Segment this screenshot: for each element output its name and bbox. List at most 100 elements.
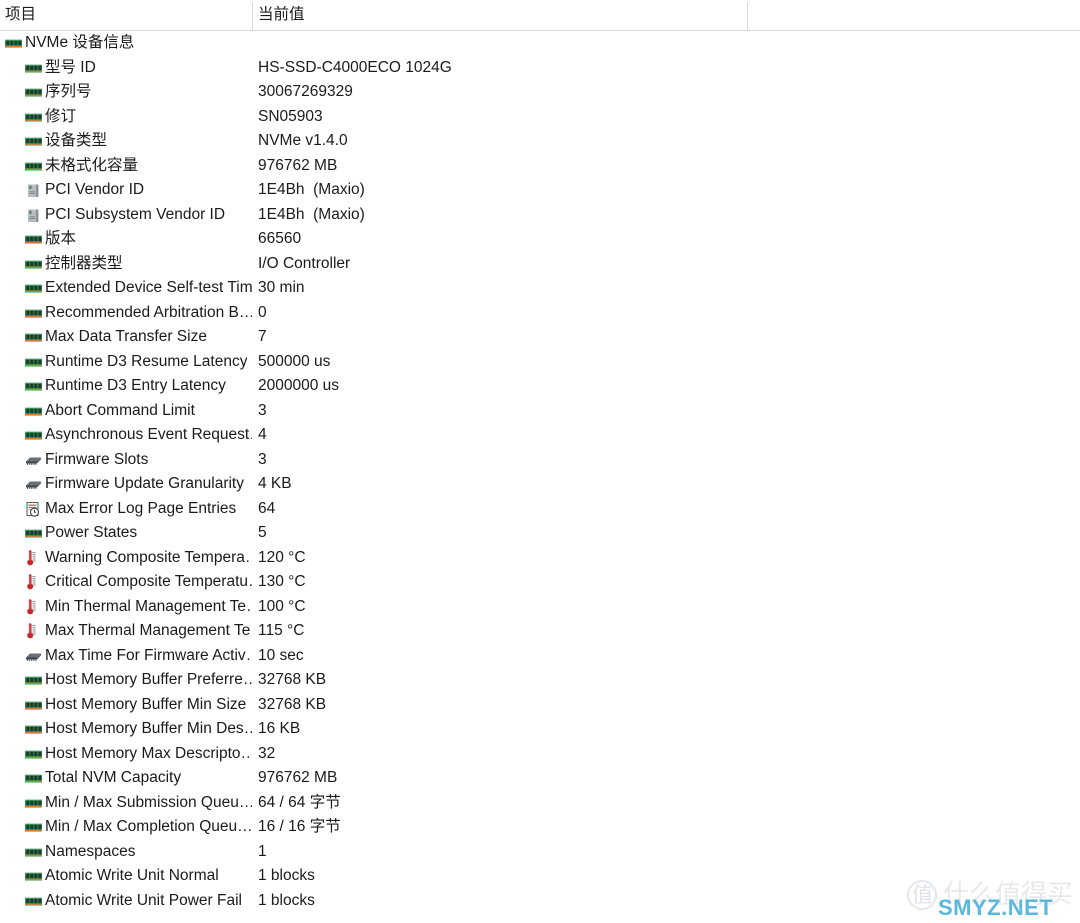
table-row[interactable]: 版本 66560 <box>0 227 1080 252</box>
row-value: 1 blocks <box>258 891 315 909</box>
table-row[interactable]: Namespaces 1 <box>0 840 1080 865</box>
row-value: 30 min <box>258 279 305 297</box>
table-row[interactable]: Host Memory Max Descripto… 32 <box>0 742 1080 767</box>
table-row[interactable]: Total NVM Capacity 976762 MB <box>0 766 1080 791</box>
row-label: Abort Command Limit <box>45 401 195 419</box>
table-row[interactable]: PCI Vendor ID 1E4Bh (Maxio) <box>0 178 1080 203</box>
column-header-item[interactable]: 项目 <box>5 4 36 26</box>
table-row[interactable]: PCI Subsystem Vendor ID 1E4Bh (Maxio) <box>0 203 1080 228</box>
row-label: Total NVM Capacity <box>45 769 182 787</box>
row-value: 1E4Bh (Maxio) <box>258 205 365 223</box>
table-row[interactable]: Runtime D3 Resume Latency 500000 us <box>0 350 1080 375</box>
table-row[interactable]: Abort Command Limit 3 <box>0 399 1080 424</box>
row-label-cell: Min / Max Submission Queu… <box>0 791 252 816</box>
tower-icon <box>24 207 43 223</box>
table-row[interactable]: 未格式化容量 976762 MB <box>0 154 1080 179</box>
row-label: Runtime D3 Resume Latency <box>45 352 248 370</box>
row-value: 10 sec <box>258 646 304 664</box>
row-label-cell: Warning Composite Tempera… <box>0 546 252 571</box>
device-info-row-list: NVMe 设备信息 型号 ID HS-SSD-C4000ECO 1024G 序列号 30… <box>0 31 1080 913</box>
table-row[interactable]: 型号 ID HS-SSD-C4000ECO 1024G <box>0 56 1080 81</box>
row-value: 115 °C <box>258 622 305 640</box>
table-row[interactable]: Max Thermal Management Te… 115 °C <box>0 619 1080 644</box>
memory-icon <box>24 256 43 272</box>
row-label: 控制器类型 <box>45 254 123 272</box>
row-label-cell: Recommended Arbitration B… <box>0 301 252 326</box>
memory-icon <box>24 525 43 541</box>
table-row[interactable]: Host Memory Buffer Min Des… 16 KB <box>0 717 1080 742</box>
thermometer-icon <box>24 574 43 590</box>
memory-icon <box>24 770 43 786</box>
table-row[interactable]: Recommended Arbitration B… 0 <box>0 301 1080 326</box>
table-row[interactable]: Atomic Write Unit Power Fail 1 blocks <box>0 889 1080 914</box>
row-label-cell: 版本 <box>0 227 252 252</box>
column-header-current-value[interactable]: 当前值 <box>258 4 305 26</box>
row-label-cell: Runtime D3 Entry Latency <box>0 374 252 399</box>
memory-icon <box>4 35 23 51</box>
row-label: 型号 ID <box>45 58 96 76</box>
row-label: Max Thermal Management Te… <box>45 622 252 640</box>
table-row[interactable]: 修订 SN05903 <box>0 105 1080 130</box>
row-label: 序列号 <box>45 83 92 101</box>
table-row[interactable]: Min Thermal Management Te… 100 °C <box>0 595 1080 620</box>
memory-icon <box>24 109 43 125</box>
table-row[interactable]: Warning Composite Tempera… 120 °C <box>0 546 1080 571</box>
table-row[interactable]: Max Data Transfer Size 7 <box>0 325 1080 350</box>
row-value: 16 / 16 字节 <box>258 818 341 836</box>
table-row[interactable]: NVMe 设备信息 <box>0 31 1080 56</box>
row-label: 版本 <box>45 230 77 248</box>
chip-icon <box>24 452 43 468</box>
row-value: 120 °C <box>258 548 306 566</box>
row-value: 976762 MB <box>258 769 338 787</box>
chip-icon <box>24 476 43 492</box>
row-value: 500000 us <box>258 352 331 370</box>
row-value: 4 <box>258 426 267 444</box>
table-row[interactable]: 序列号 30067269329 <box>0 80 1080 105</box>
row-label: Firmware Update Granularity <box>45 475 244 493</box>
column-divider-1[interactable] <box>252 2 253 31</box>
row-label: Min Thermal Management Te… <box>45 597 252 615</box>
table-row[interactable]: Asynchronous Event Request… 4 <box>0 423 1080 448</box>
row-label-cell: Max Error Log Page Entries <box>0 497 252 522</box>
row-value: 976762 MB <box>258 156 338 174</box>
row-value: 32 <box>258 744 276 762</box>
row-label: Host Memory Buffer Preferre… <box>45 671 252 689</box>
row-label-cell: Extended Device Self-test Time <box>0 276 252 301</box>
thermometer-icon <box>24 549 43 566</box>
memory-icon <box>24 329 43 345</box>
table-row[interactable]: Runtime D3 Entry Latency 2000000 us <box>0 374 1080 399</box>
table-row[interactable]: Max Time For Firmware Activ… 10 sec <box>0 644 1080 669</box>
row-label-cell: Host Memory Max Descripto… <box>0 742 252 767</box>
row-value: HS-SSD-C4000ECO 1024G <box>258 58 452 76</box>
table-row[interactable]: Max Error Log Page Entries 64 <box>0 497 1080 522</box>
table-row[interactable]: Host Memory Buffer Preferre… 32768 KB <box>0 668 1080 693</box>
column-divider-2[interactable] <box>747 2 748 31</box>
row-label-cell: Host Memory Buffer Min Des… <box>0 717 252 742</box>
table-row[interactable]: Critical Composite Temperatu… 130 °C <box>0 570 1080 595</box>
memory-icon <box>24 427 43 443</box>
row-value: 2000000 us <box>258 377 340 395</box>
row-label-cell: Firmware Slots <box>0 448 252 473</box>
table-row[interactable]: Atomic Write Unit Normal 1 blocks <box>0 864 1080 889</box>
row-label-cell: Namespaces <box>0 840 252 865</box>
row-label-cell: Atomic Write Unit Normal <box>0 864 252 889</box>
table-row[interactable]: Min / Max Submission Queu… 64 / 64 字节 <box>0 791 1080 816</box>
row-label: Extended Device Self-test Time <box>45 279 252 297</box>
row-label-cell: Total NVM Capacity <box>0 766 252 791</box>
table-row[interactable]: Extended Device Self-test Time 30 min <box>0 276 1080 301</box>
table-row[interactable]: 控制器类型 I/O Controller <box>0 252 1080 277</box>
row-label: Max Time For Firmware Activ… <box>45 646 252 664</box>
memory-icon <box>24 403 43 419</box>
table-row[interactable]: Power States 5 <box>0 521 1080 546</box>
memory-icon <box>24 378 43 394</box>
memory-icon <box>24 60 43 76</box>
table-row[interactable]: Firmware Slots 3 <box>0 448 1080 473</box>
row-label-cell: 未格式化容量 <box>0 154 252 179</box>
table-row[interactable]: Host Memory Buffer Min Size 32768 KB <box>0 693 1080 718</box>
table-row[interactable]: Min / Max Completion Queu… 16 / 16 字节 <box>0 815 1080 840</box>
row-label-cell: Max Time For Firmware Activ… <box>0 644 252 669</box>
error-log-icon <box>24 501 43 517</box>
row-label-cell: Host Memory Buffer Preferre… <box>0 668 252 693</box>
table-row[interactable]: 设备类型 NVMe v1.4.0 <box>0 129 1080 154</box>
table-row[interactable]: Firmware Update Granularity 4 KB <box>0 472 1080 497</box>
